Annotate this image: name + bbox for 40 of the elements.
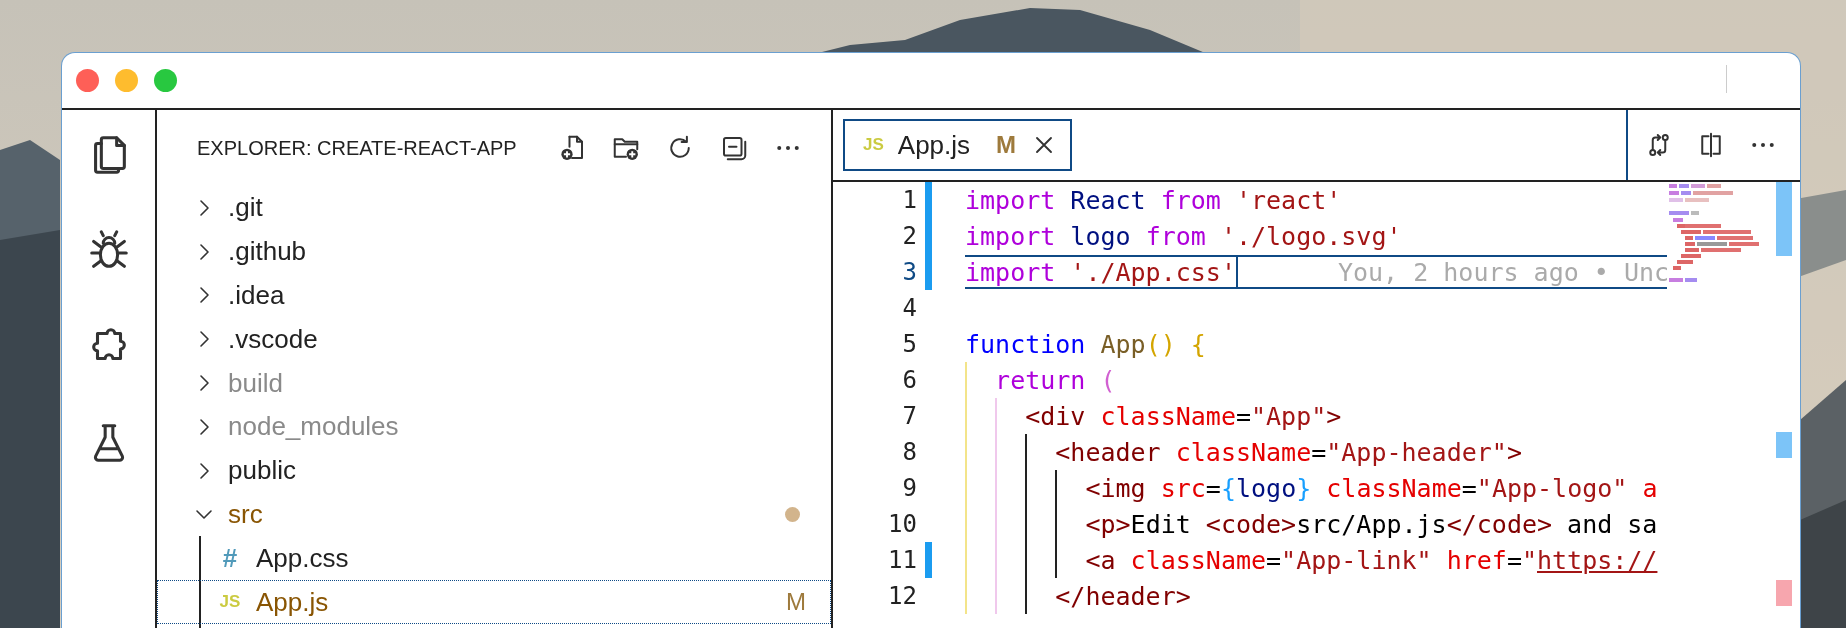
- tree-item[interactable]: .git: [157, 186, 831, 230]
- line-number: 5: [901, 330, 917, 358]
- line-number: 2: [901, 222, 917, 250]
- tree-item[interactable]: .github: [157, 229, 831, 274]
- line-number: 3: [901, 258, 917, 286]
- git-status-label: M: [786, 588, 806, 617]
- code-line: <div className="App">: [1024, 401, 1342, 431]
- line-number: 6: [901, 366, 917, 394]
- file-type-icon: JS: [863, 135, 884, 155]
- tree-item[interactable]: .idea: [157, 273, 831, 318]
- modified-dot: [785, 506, 800, 522]
- code-line: import React from 'react': [965, 185, 1342, 215]
- tree-item[interactable]: # App.css: [157, 536, 831, 581]
- git-status-label: M: [996, 131, 1017, 159]
- code-line: import logo from './logo.svg': [965, 221, 1402, 251]
- line-number: 10: [887, 510, 917, 538]
- tree-item[interactable]: public: [157, 448, 831, 493]
- tree-item[interactable]: JS App.js M: [157, 580, 831, 624]
- code-line: <a className="App-link" href="https://: [1084, 545, 1658, 575]
- code-line: function App() {: [965, 329, 1206, 359]
- tree-item[interactable]: .vscode: [157, 317, 831, 362]
- line-number: 9: [901, 474, 917, 502]
- code-line: <img src={logo} className="App-logo" a: [1084, 473, 1658, 503]
- line-number: 8: [901, 438, 917, 466]
- code-line: return (: [994, 365, 1116, 395]
- file-type-icon: JS: [216, 592, 244, 613]
- explorer-title: EXPLORER: CREATE-REACT-APP: [197, 136, 518, 160]
- code-line: <p>Edit <code>src/App.js</code> and sa: [1084, 509, 1658, 539]
- tree-item[interactable]: src: [157, 492, 831, 537]
- editor-tab[interactable]: JS App.js M: [843, 119, 1073, 171]
- close-button[interactable]: [76, 69, 99, 92]
- line-number: 7: [901, 402, 917, 430]
- code-line: <header className="App-header">: [1054, 437, 1522, 467]
- line-number: 11: [887, 546, 917, 574]
- line-number: 1: [901, 186, 917, 214]
- line-number: 4: [901, 294, 917, 322]
- code-line: </header>: [1054, 581, 1191, 611]
- code-line: import './App.css': [965, 257, 1236, 287]
- file-type-icon: #: [216, 542, 244, 574]
- line-number: 12: [887, 582, 917, 610]
